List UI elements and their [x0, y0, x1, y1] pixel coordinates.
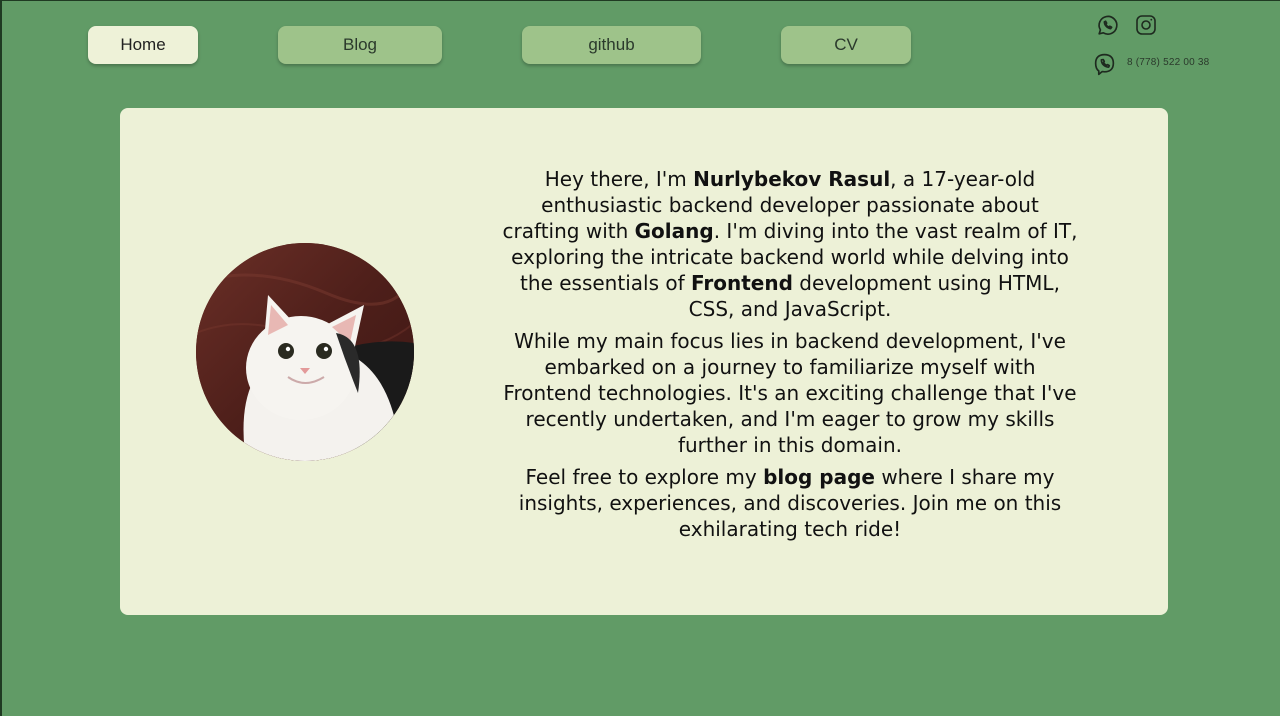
about-paragraph-2: While my main focus lies in backend deve… [503, 329, 1077, 457]
blog-page-link[interactable]: blog page [763, 465, 875, 489]
about-paragraph-1: Hey there, I'm Nurlybekov Rasul, a 17-ye… [502, 167, 1078, 321]
about-paragraph-3: Feel free to explore my blog page where … [518, 465, 1062, 541]
nav-blog-button[interactable]: Blog [278, 26, 442, 64]
phone-number: 8 (778) 522 00 38 [1127, 57, 1210, 68]
nav-github-button[interactable]: github [522, 26, 701, 64]
nav-cv-button[interactable]: CV [781, 26, 911, 64]
about-card: Hey there, I'm Nurlybekov Rasul, a 17-ye… [120, 108, 1168, 615]
about-text: Hey there, I'm Nurlybekov Rasul, a 17-ye… [500, 166, 1080, 548]
nav-home-button[interactable]: Home [88, 26, 198, 64]
avatar [196, 243, 414, 461]
instagram-icon[interactable] [1133, 12, 1159, 38]
whatsapp-icon[interactable] [1094, 12, 1120, 38]
viber-icon[interactable] [1091, 51, 1117, 77]
cat-photo-icon [196, 243, 414, 461]
